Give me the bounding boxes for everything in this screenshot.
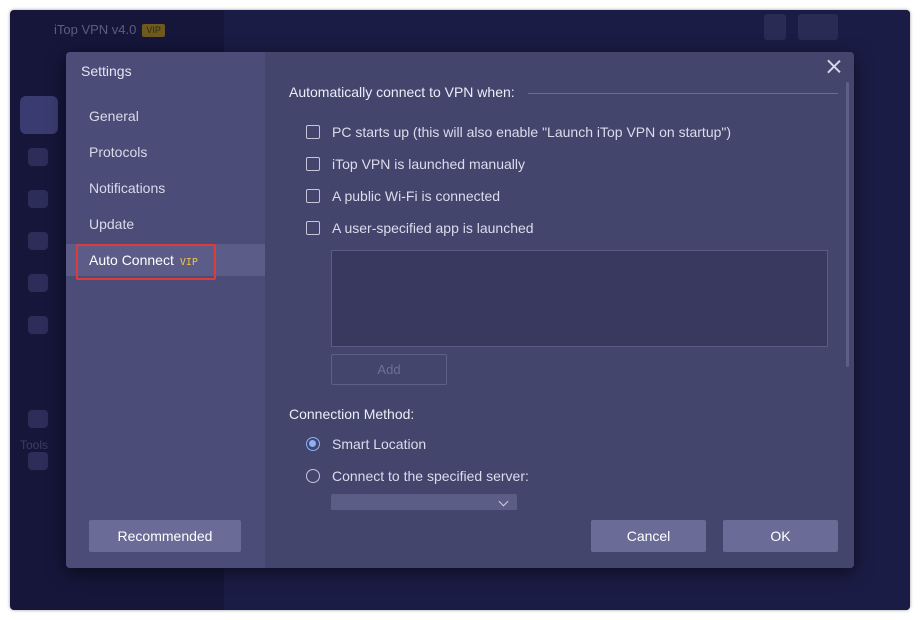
connection-method-title: Connection Method: bbox=[289, 406, 415, 422]
tools-label: Tools bbox=[20, 438, 49, 452]
browser-icon bbox=[28, 410, 48, 428]
checkbox-label: PC starts up (this will also enable "Lau… bbox=[332, 124, 732, 140]
nav-item-auto-connect[interactable]: Auto Connect VIP bbox=[66, 244, 265, 276]
radio-button[interactable] bbox=[306, 437, 320, 451]
checkbox-launched-manually[interactable]: iTop VPN is launched manually bbox=[306, 154, 525, 174]
checkbox-box[interactable] bbox=[306, 221, 320, 235]
radio-button[interactable] bbox=[306, 469, 320, 483]
settings-dialog: Settings General Protocols Notifications… bbox=[66, 52, 854, 568]
vip-tag: VIP bbox=[179, 257, 198, 268]
radio-specified-server[interactable]: Connect to the specified server: bbox=[306, 466, 529, 486]
radio-label: Smart Location bbox=[332, 436, 427, 452]
download-icon bbox=[28, 190, 48, 208]
cancel-button[interactable]: Cancel bbox=[591, 520, 706, 552]
checkbox-public-wifi[interactable]: A public Wi-Fi is connected bbox=[306, 186, 500, 206]
recommended-button[interactable]: Recommended bbox=[89, 520, 241, 552]
checkbox-box[interactable] bbox=[306, 157, 320, 171]
people-icon bbox=[28, 274, 48, 292]
radio-label: Connect to the specified server: bbox=[332, 468, 529, 484]
gamepad-icon bbox=[28, 316, 48, 334]
checkbox-box[interactable] bbox=[306, 189, 320, 203]
nav-item-label: Update bbox=[89, 216, 135, 232]
checkbox-label: iTop VPN is launched manually bbox=[332, 156, 525, 172]
app-list-box[interactable] bbox=[331, 250, 828, 347]
link-icon bbox=[28, 452, 48, 470]
radio-smart-location[interactable]: Smart Location bbox=[306, 434, 426, 454]
section-divider bbox=[528, 93, 838, 94]
nav-item-label: Auto Connect bbox=[89, 252, 174, 268]
nav-item-label: Protocols bbox=[89, 144, 148, 160]
checkbox-user-app[interactable]: A user-specified app is launched bbox=[306, 218, 534, 238]
ok-button[interactable]: OK bbox=[723, 520, 838, 552]
app-title-text: iTop VPN v4.0 bbox=[54, 22, 137, 37]
close-icon[interactable] bbox=[826, 58, 842, 74]
checkbox-label: A public Wi-Fi is connected bbox=[332, 188, 501, 204]
auto-connect-panel: Automatically connect to VPN when: PC st… bbox=[265, 52, 854, 568]
app-vip-badge: VIP bbox=[142, 24, 165, 38]
nav-item-protocols[interactable]: Protocols bbox=[66, 136, 265, 168]
section-title: Automatically connect to VPN when: bbox=[289, 84, 515, 100]
header-button bbox=[798, 14, 838, 40]
video-icon bbox=[28, 232, 48, 250]
scrollbar[interactable] bbox=[846, 82, 849, 367]
nav-item-notifications[interactable]: Notifications bbox=[66, 172, 265, 204]
app-title: iTop VPN v4.0 VIP bbox=[54, 22, 165, 38]
checkbox-pc-startup[interactable]: PC starts up (this will also enable "Lau… bbox=[306, 122, 731, 142]
home-icon bbox=[20, 96, 58, 134]
add-button[interactable]: Add bbox=[331, 354, 447, 385]
nav-item-update[interactable]: Update bbox=[66, 208, 265, 240]
phone-icon bbox=[764, 14, 786, 40]
nav-item-label: General bbox=[89, 108, 139, 124]
settings-nav: Settings General Protocols Notifications… bbox=[66, 52, 265, 568]
shield-icon bbox=[28, 148, 48, 166]
chevron-down-icon bbox=[498, 496, 509, 507]
dialog-title: Settings bbox=[81, 63, 132, 79]
checkbox-label: A user-specified app is launched bbox=[332, 220, 534, 236]
nav-item-label: Notifications bbox=[89, 180, 166, 196]
nav-item-general[interactable]: General bbox=[66, 100, 265, 132]
checkbox-box[interactable] bbox=[306, 125, 320, 139]
